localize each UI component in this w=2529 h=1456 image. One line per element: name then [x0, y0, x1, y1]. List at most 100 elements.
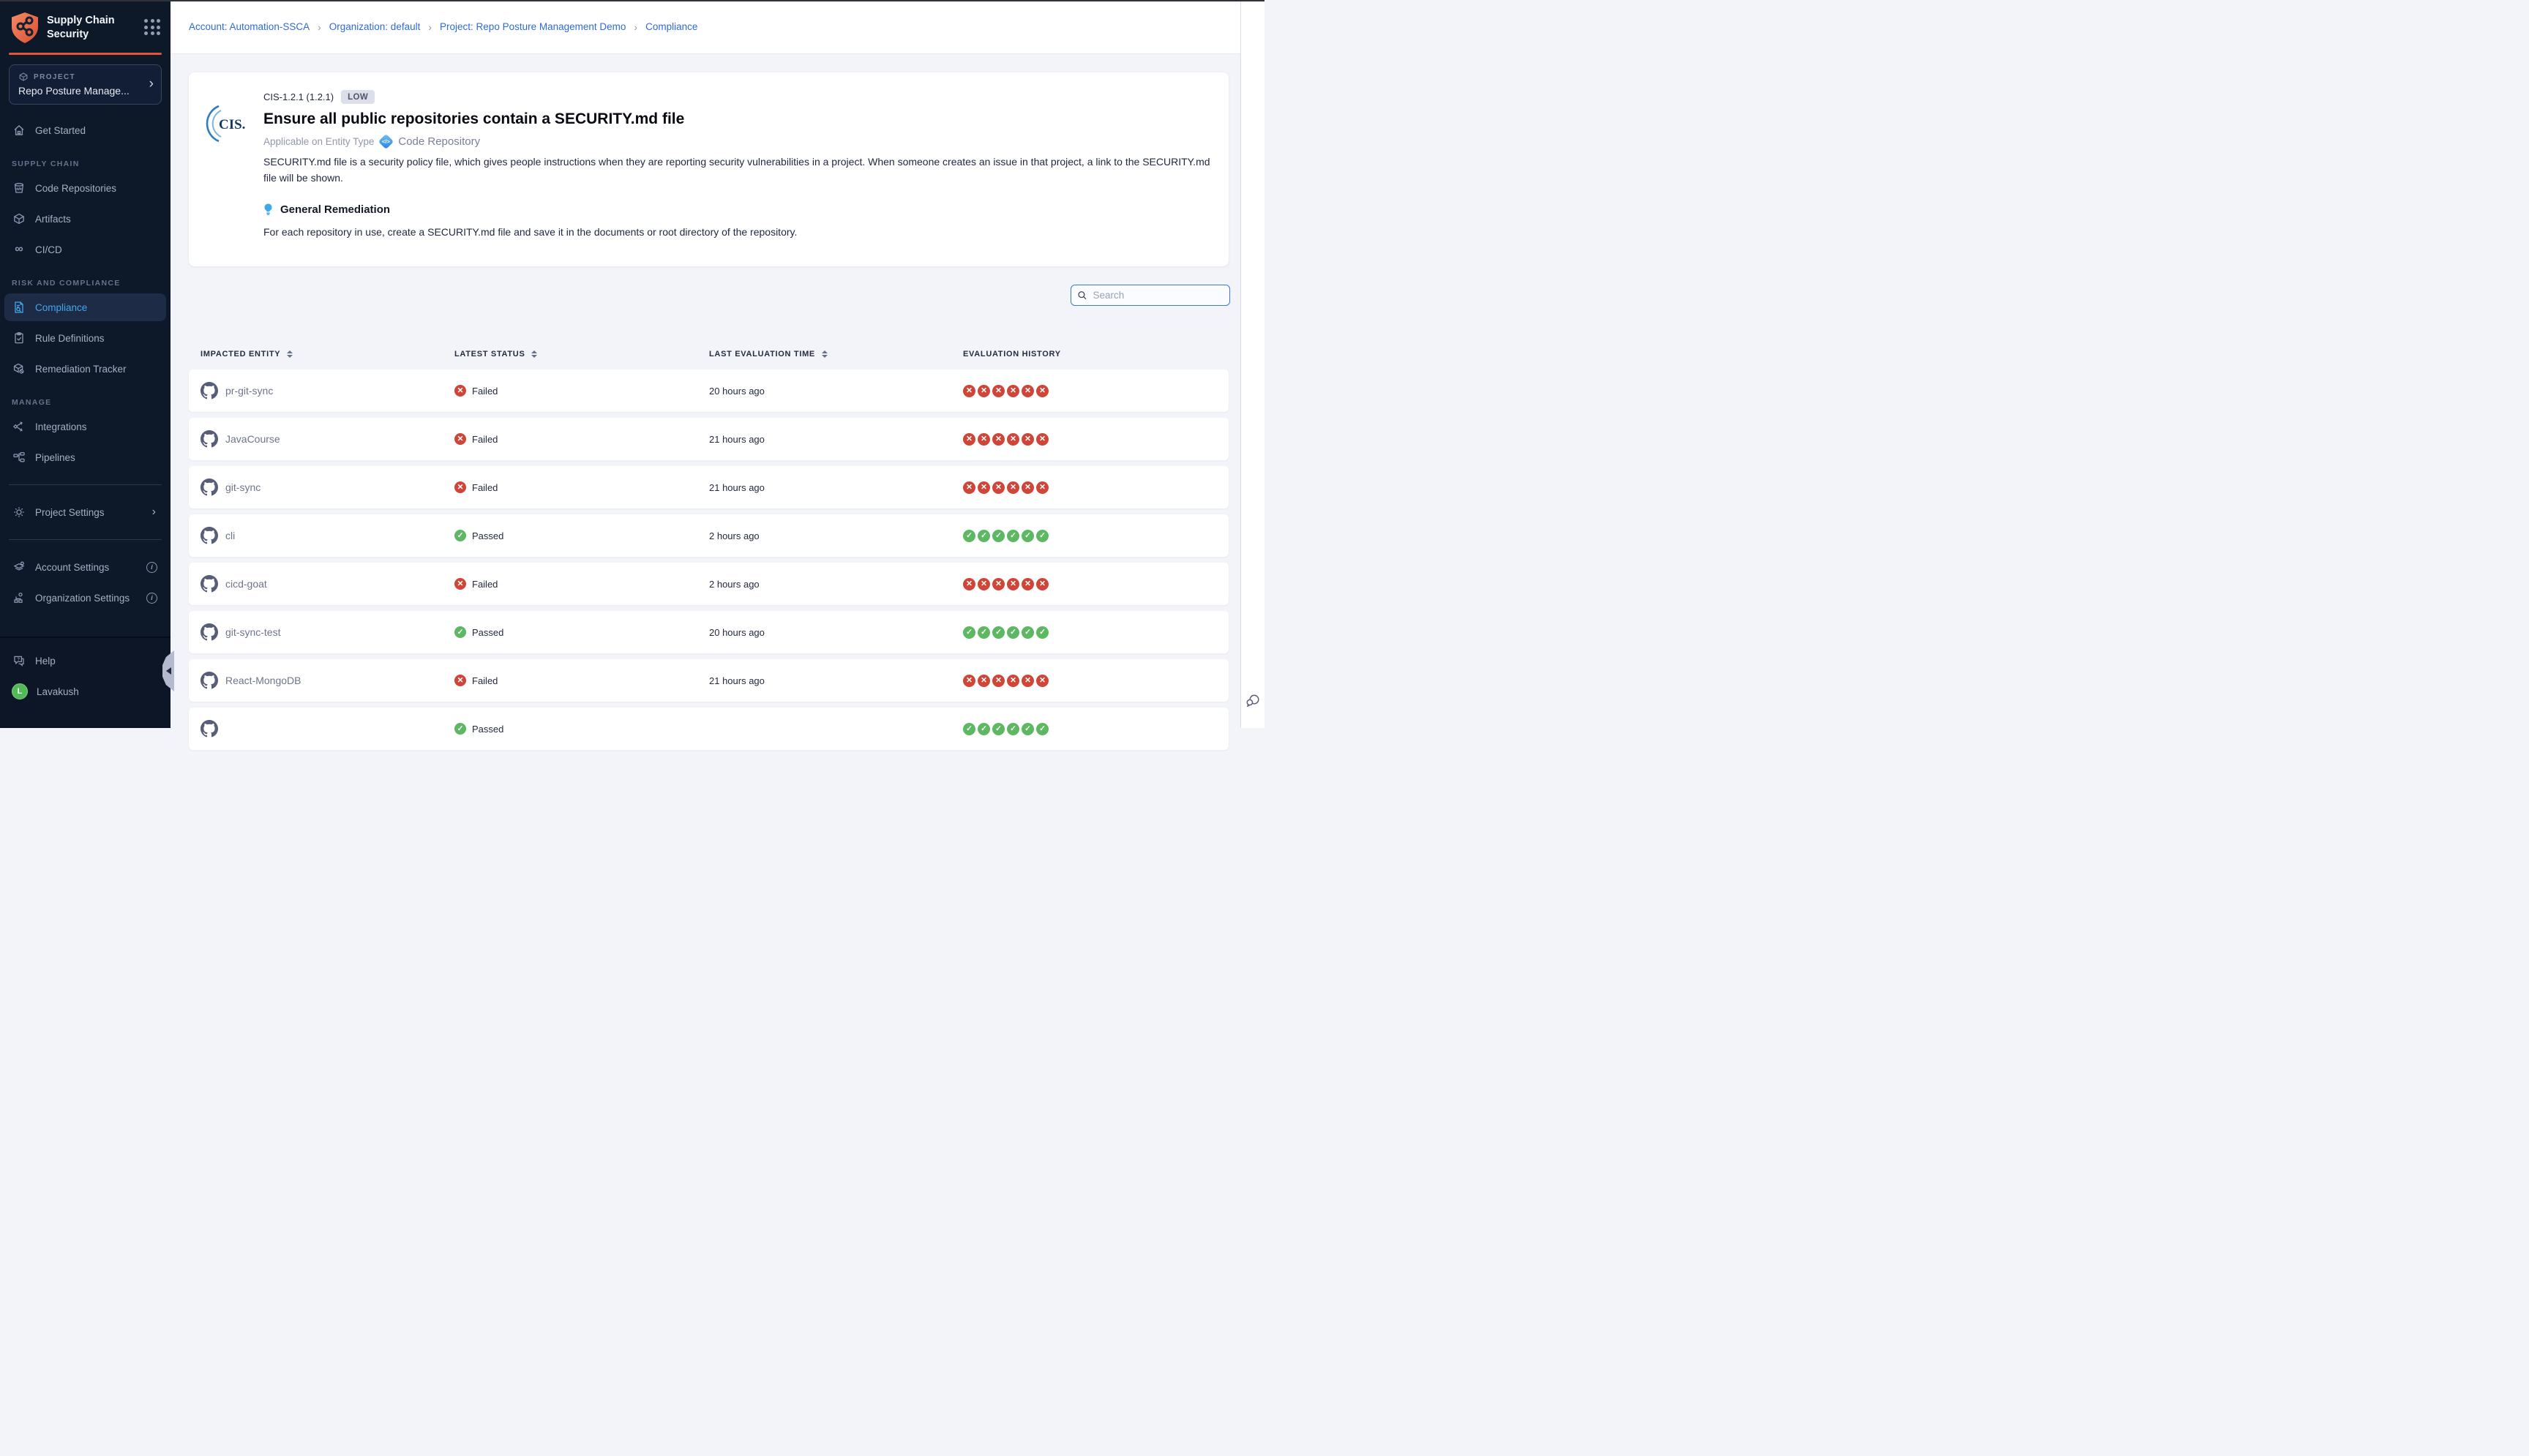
entity-name-link[interactable]: git-sync-test — [225, 626, 280, 638]
table-row[interactable]: JavaCourse Failed 21 hours ago — [189, 418, 1229, 460]
failed-icon — [978, 578, 990, 590]
svg-text:CIS.: CIS. — [219, 117, 245, 132]
info-icon[interactable]: i — [146, 562, 157, 573]
entity-name-link[interactable]: git-sync — [225, 481, 261, 493]
sidebar-item-code-repositories[interactable]: Code Repositories — [4, 174, 166, 202]
cis-logo: CIS. — [204, 103, 245, 144]
chevron-right-icon: › — [149, 76, 154, 92]
code-repository-icon — [12, 181, 26, 195]
evaluation-history — [963, 466, 1049, 509]
sidebar-item-pipelines[interactable]: Pipelines — [4, 443, 166, 471]
table-row-partial[interactable]: Passed — [189, 708, 1229, 750]
status-label: Passed — [472, 627, 503, 638]
failed-icon — [992, 675, 1005, 687]
table-row[interactable]: React-MongoDB Failed 21 hours ago — [189, 659, 1229, 702]
info-icon[interactable]: i — [146, 593, 157, 604]
project-name: Repo Posture Manage... — [18, 85, 152, 97]
failed-icon — [978, 675, 990, 687]
breadcrumb-compliance[interactable]: Compliance — [645, 21, 697, 32]
sidebar-item-user[interactable]: L Lavakush — [4, 678, 166, 705]
sidebar-item-compliance[interactable]: Compliance — [4, 293, 166, 321]
sidebar-item-organization-settings[interactable]: Organization Settings i — [4, 584, 166, 612]
table-row[interactable]: cli Passed 2 hours ago — [189, 514, 1229, 557]
status-icon — [454, 675, 466, 686]
clipboard-check-icon — [12, 331, 26, 345]
status-label: Failed — [472, 482, 498, 493]
collapse-arrow-icon — [166, 667, 171, 675]
evaluation-history — [963, 563, 1049, 605]
table-header: IMPACTED ENTITY LATEST STATUS LAST EVALU… — [171, 350, 1264, 364]
table-row[interactable]: pr-git-sync Failed 20 hours ago — [189, 369, 1229, 412]
sort-icon[interactable] — [822, 350, 828, 359]
search-input[interactable] — [1092, 289, 1224, 301]
app-switcher-grid-icon[interactable] — [144, 19, 160, 35]
sort-icon[interactable] — [531, 350, 537, 359]
passed-icon — [978, 723, 990, 735]
sidebar-item-integrations[interactable]: Integrations — [4, 413, 166, 440]
status-icon — [454, 530, 466, 541]
layers-gear-icon — [12, 560, 26, 574]
failed-icon — [1036, 481, 1049, 494]
column-header-latest-status[interactable]: LATEST STATUS — [454, 350, 537, 359]
user-name: Lavakush — [37, 686, 79, 697]
last-evaluation-time: 20 hours ago — [709, 369, 765, 412]
document-search-icon — [12, 301, 26, 314]
search-box[interactable] — [1071, 285, 1230, 306]
table-row[interactable]: git-sync-test Passed 20 hours ago — [189, 611, 1229, 653]
table-row[interactable]: cicd-goat Failed 2 hours ago — [189, 563, 1229, 605]
failed-icon — [1007, 675, 1019, 687]
sidebar-item-help[interactable]: ? Help — [4, 647, 166, 675]
sort-icon[interactable] — [287, 350, 293, 359]
search-icon — [1077, 290, 1087, 301]
passed-icon — [1036, 723, 1049, 735]
sidebar-item-remediation-tracker[interactable]: Remediation Tracker — [4, 355, 166, 383]
code-repository-diamond-icon: </> — [378, 134, 394, 149]
sidebar-item-rule-definitions[interactable]: Rule Definitions — [4, 324, 166, 352]
github-icon — [201, 479, 218, 496]
sidebar-item-artifacts[interactable]: Artifacts — [4, 205, 166, 233]
breadcrumb-project[interactable]: Project: Repo Posture Management Demo — [440, 21, 626, 32]
passed-icon — [1036, 626, 1049, 639]
breadcrumb-account[interactable]: Account: Automation-SSCA — [189, 21, 310, 32]
entity-name-link[interactable]: React-MongoDB — [225, 675, 301, 686]
help-chat-icon: ? — [12, 654, 26, 667]
column-header-last-evaluation-time[interactable]: LAST EVALUATION TIME — [709, 350, 828, 359]
last-evaluation-time: 21 hours ago — [709, 659, 765, 702]
github-icon — [201, 672, 218, 689]
failed-icon — [1036, 675, 1049, 687]
github-icon — [201, 575, 218, 593]
column-header-impacted-entity[interactable]: IMPACTED ENTITY — [201, 350, 293, 359]
entity-name-link[interactable]: cli — [225, 530, 235, 541]
sidebar-item-cicd[interactable]: ∞ CI/CD — [4, 236, 166, 263]
entity-name-link[interactable]: pr-git-sync — [225, 385, 273, 397]
project-selector[interactable]: PROJECT Repo Posture Manage... › — [9, 64, 162, 105]
svg-text:?: ? — [17, 658, 20, 662]
failed-icon — [1022, 385, 1034, 397]
table-row[interactable]: git-sync Failed 21 hours ago — [189, 466, 1229, 509]
failed-icon — [1022, 578, 1034, 590]
failed-icon — [1036, 385, 1049, 397]
failed-icon — [1036, 433, 1049, 446]
breadcrumb-organization[interactable]: Organization: default — [329, 21, 421, 32]
passed-icon — [963, 626, 975, 639]
evaluation-history — [963, 514, 1049, 557]
window-top-edge — [0, 0, 1264, 1]
last-evaluation-time: 2 hours ago — [709, 514, 760, 557]
sidebar-item-get-started[interactable]: Get Started — [4, 116, 166, 144]
entity-type-label: Applicable on Entity Type — [263, 136, 374, 147]
org-gear-icon — [12, 591, 26, 604]
sidebar-item-account-settings[interactable]: Account Settings i — [4, 553, 166, 581]
rule-title: Ensure all public repositories contain a… — [263, 110, 684, 128]
entity-type-value: Code Repository — [398, 135, 480, 148]
app-title: Supply Chain Security — [47, 12, 144, 42]
passed-icon — [1007, 723, 1019, 735]
sidebar-item-project-settings[interactable]: Project Settings › — [4, 498, 166, 526]
entity-name-link[interactable]: cicd-goat — [225, 578, 267, 590]
status-label: Passed — [472, 724, 503, 735]
passed-icon — [978, 530, 990, 542]
failed-icon — [978, 481, 990, 494]
failed-icon — [963, 481, 975, 494]
support-chat-icon[interactable] — [1245, 692, 1262, 709]
status-label: Failed — [472, 434, 498, 445]
entity-name-link[interactable]: JavaCourse — [225, 433, 280, 445]
